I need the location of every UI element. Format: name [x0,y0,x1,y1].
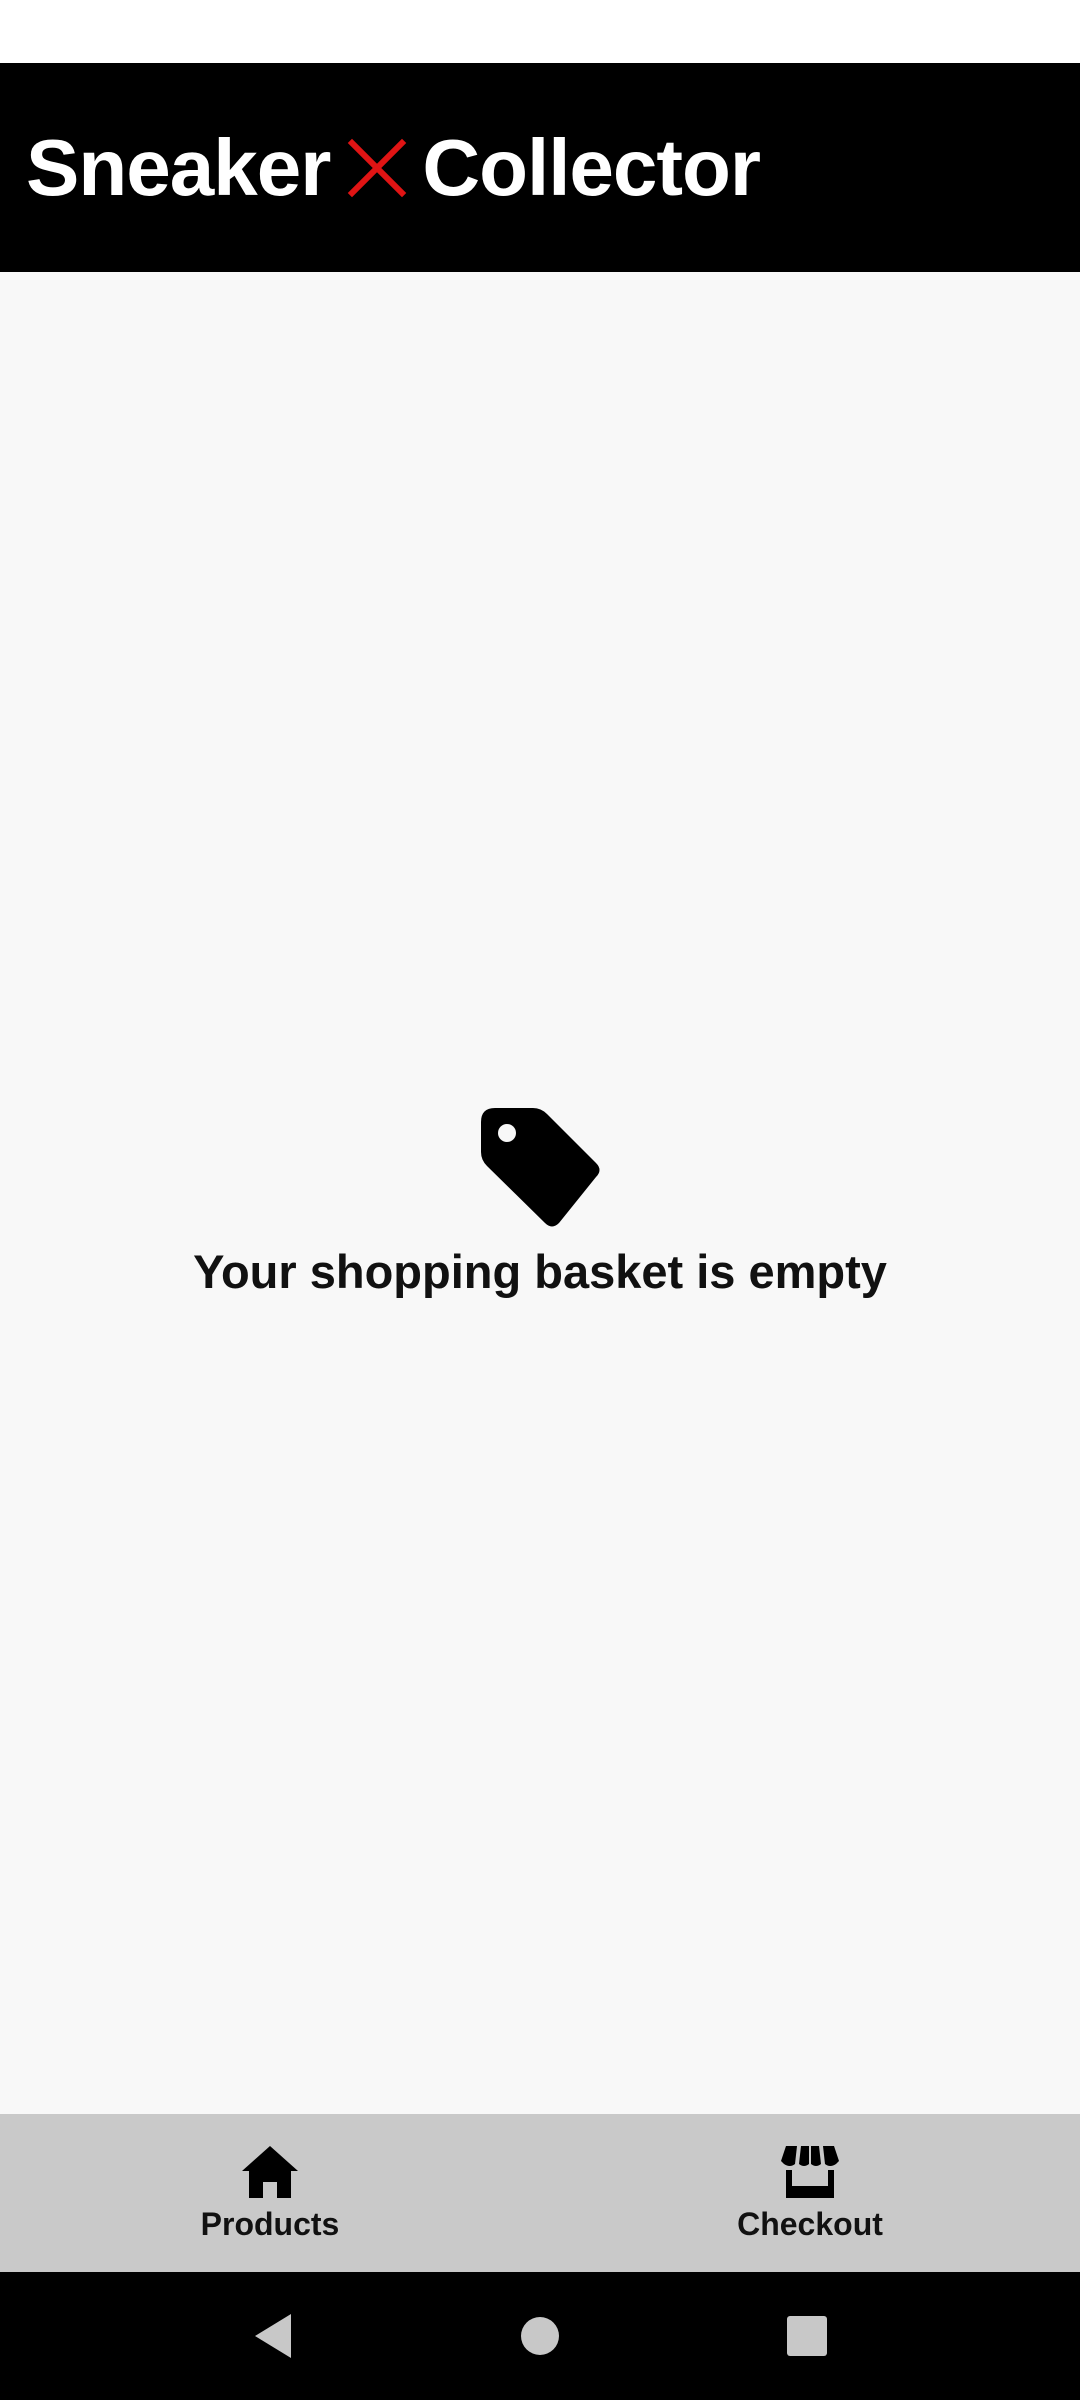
nav-label-checkout: Checkout [737,2205,883,2242]
tag-icon [481,1108,600,1227]
brand-name-right: Collector [422,122,761,212]
home-circle-icon [520,2317,559,2355]
empty-basket-message: Your shopping basket is empty [193,1245,887,1298]
empty-basket-state: Your shopping basket is empty [0,1104,1080,1299]
home-icon [242,2145,298,2198]
store-icon [781,2145,839,2198]
status-bar [0,0,1080,63]
system-navigation-bar [0,2272,1080,2400]
nav-label-products: Products [200,2205,340,2242]
brand-name-left: Sneaker [26,122,331,212]
system-home-button[interactable] [510,2306,570,2366]
back-icon [255,2314,292,2358]
bottom-navigation: Products Checkout [0,2114,1080,2272]
app-header: Sneaker Collector [0,63,1080,272]
system-back-button[interactable] [243,2306,303,2366]
brand-x-icon [348,138,407,197]
recents-icon [786,2316,827,2356]
system-recents-button[interactable] [777,2306,837,2366]
app-screen: Sneaker Collector Your shopping basket i… [0,0,1080,2400]
nav-item-products[interactable]: Products [0,2114,540,2272]
app-title: Sneaker Collector [26,122,761,212]
nav-item-checkout[interactable]: Checkout [540,2114,1080,2272]
